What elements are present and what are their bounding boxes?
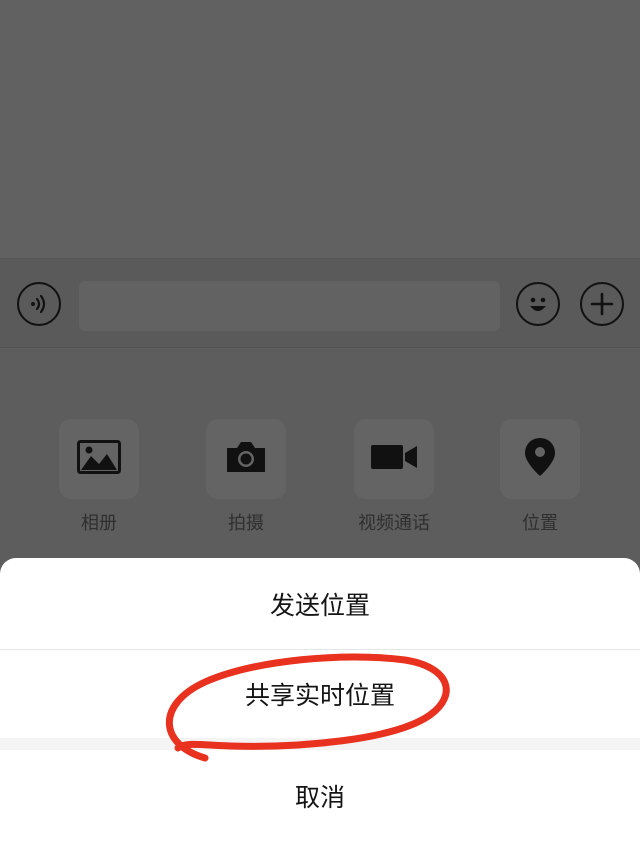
tool-location-tile[interactable] [500, 419, 580, 499]
tool-video-call-tile[interactable] [354, 419, 434, 499]
chat-input-bar [0, 258, 640, 348]
tool-video-call-label: 视频通话 [358, 513, 430, 534]
smiley-face-icon [523, 289, 553, 319]
tool-video-call[interactable]: 视频通话 [334, 419, 454, 535]
tool-album[interactable]: 相册 [39, 419, 159, 535]
divider [0, 738, 640, 750]
cancel-label: 取消 [294, 783, 345, 812]
tool-camera[interactable]: 拍摄 [186, 419, 306, 535]
photo-album-icon [77, 440, 121, 478]
message-text-input[interactable] [79, 281, 500, 331]
camera-icon [224, 439, 268, 479]
tool-location-label: 位置 [522, 513, 558, 534]
plus-icon [589, 291, 615, 317]
share-live-location-button[interactable]: 共享实时位置 [0, 650, 640, 738]
location-action-sheet: 发送位置 共享实时位置 取消 [0, 558, 640, 842]
tool-album-tile[interactable] [59, 419, 139, 499]
share-live-location-label: 共享实时位置 [244, 681, 395, 710]
cancel-button[interactable]: 取消 [0, 750, 640, 842]
voice-wave-icon [27, 292, 51, 316]
tool-camera-tile[interactable] [206, 419, 286, 499]
tool-location[interactable]: 位置 [480, 419, 600, 535]
tool-album-label: 相册 [81, 513, 117, 534]
send-location-button[interactable]: 发送位置 [0, 558, 640, 650]
video-camera-icon [370, 443, 418, 475]
send-location-label: 发送位置 [269, 591, 370, 620]
more-functions-button[interactable] [580, 282, 624, 326]
emoji-button[interactable] [516, 282, 560, 326]
voice-input-button[interactable] [17, 282, 61, 326]
tool-camera-label: 拍摄 [228, 513, 264, 534]
location-pin-icon [524, 437, 556, 481]
chat-message-area [0, 0, 640, 258]
